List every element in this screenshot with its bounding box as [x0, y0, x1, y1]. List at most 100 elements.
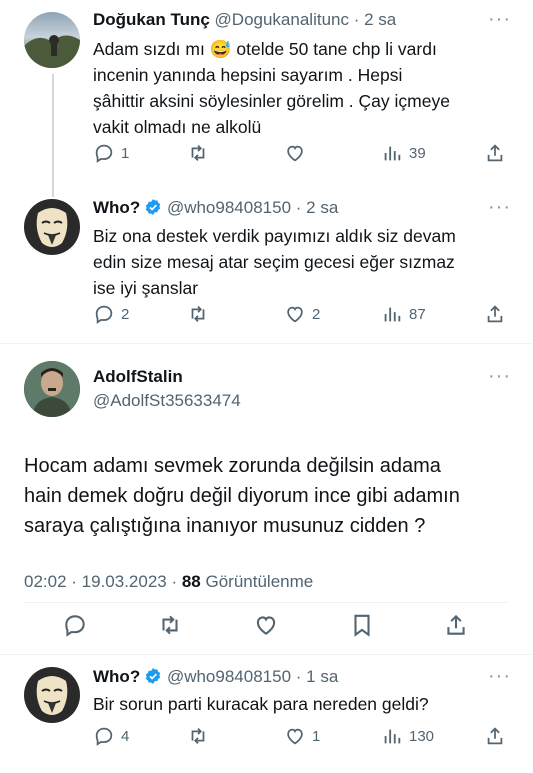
tweet-text-line: şâhittir aksini söylesinler görelim . Ça…: [93, 91, 450, 111]
author-handle[interactable]: @AdolfSt35633474: [93, 391, 241, 411]
author-name[interactable]: Who?: [93, 198, 140, 217]
divider: [24, 602, 509, 603]
tweet-text-line: Adam sızdı mı: [93, 39, 205, 59]
retweet-button[interactable]: [187, 303, 209, 325]
views-count: 87: [409, 305, 426, 323]
more-options-icon[interactable]: ···: [488, 196, 511, 219]
more-options-icon[interactable]: ···: [488, 8, 511, 31]
reply-count: 1: [121, 144, 130, 162]
like-button[interactable]: [253, 612, 279, 638]
bookmark-icon: [354, 614, 370, 637]
emoji: 😅: [209, 39, 232, 59]
author-name[interactable]: AdolfStalin: [93, 367, 183, 387]
analytics-icon: [384, 729, 401, 744]
share-button[interactable]: [484, 142, 506, 164]
views-count: 130: [409, 727, 435, 745]
avatar[interactable]: [24, 667, 80, 723]
tweet-text-line: edin size mesaj atar seçim gecesi eğer s…: [93, 252, 455, 272]
tweet-time[interactable]: · 2 sa: [354, 10, 397, 29]
main-tweet: AdolfStalin @AdolfSt35633474 ··· Hocam a…: [0, 345, 533, 655]
tweet-text-line: Hocam adamı sevmek zorunda değilsin adam…: [24, 455, 441, 477]
share-button[interactable]: [484, 303, 506, 325]
share-button[interactable]: [484, 725, 506, 747]
analytics-icon: [384, 146, 401, 161]
reply-icon: [95, 727, 113, 746]
avatar[interactable]: [24, 12, 80, 68]
reply-button[interactable]: [62, 612, 88, 638]
views-label: Görüntülenme: [205, 572, 314, 591]
heart-icon: [287, 306, 303, 323]
share-icon: [487, 305, 503, 323]
analytics-icon: [384, 307, 401, 322]
views-button[interactable]: 39: [381, 142, 426, 164]
retweet-icon: [191, 306, 205, 322]
reply-icon: [95, 144, 113, 163]
heart-icon: [256, 616, 276, 635]
tweet-text: Adam sızdı mı 😅 otelde 50 tane chp li va…: [93, 36, 450, 140]
verified-badge-icon: [146, 668, 161, 684]
tweet-text-line: Bir sorun parti kuracak para nereden gel…: [93, 694, 429, 714]
share-button[interactable]: [443, 612, 469, 638]
avatar[interactable]: [24, 361, 80, 417]
reply-icon: [95, 305, 113, 324]
author-handle[interactable]: @Dogukanalitunc: [215, 10, 349, 29]
tweet-text: Hocam adamı sevmek zorunda değilsin adam…: [24, 451, 460, 541]
action-bar: 4 1 130: [0, 725, 533, 753]
tweet-who-1[interactable]: Who? @who98408150 · 2 sa ··· Biz ona des…: [0, 185, 533, 345]
thread-line: [52, 185, 54, 197]
views-count: 88: [181, 572, 201, 591]
heart-icon: [287, 728, 303, 745]
more-options-icon[interactable]: ···: [488, 665, 511, 688]
share-icon: [447, 614, 465, 635]
tweet-dogukan[interactable]: Doğukan Tunç @Dogukanalitunc · 2 sa ··· …: [0, 0, 533, 185]
reply-icon: [65, 615, 85, 637]
like-button[interactable]: 2: [284, 303, 320, 325]
author-handle[interactable]: @who98408150: [167, 198, 291, 217]
tweet-text-line: hain demek doğru değil diyorum ince gibi…: [24, 485, 460, 507]
action-bar: 1 39: [0, 142, 533, 170]
reply-button[interactable]: 4: [93, 725, 129, 747]
author-line: Who? @who98408150 · 1 sa: [93, 667, 338, 687]
timestamp[interactable]: 02:02 · 19.03.2023 ·: [24, 572, 182, 591]
share-icon: [487, 727, 503, 745]
reply-count: 2: [121, 305, 130, 323]
tweet-text-line: vakit olmadı ne alkolü: [93, 117, 262, 137]
retweet-button[interactable]: [187, 142, 209, 164]
author-name[interactable]: Who?: [93, 667, 140, 686]
like-button[interactable]: 1: [284, 725, 320, 747]
author-name[interactable]: Doğukan Tunç: [93, 10, 210, 29]
author-line: Doğukan Tunç @Dogukanalitunc · 2 sa: [93, 10, 396, 30]
heart-icon: [287, 145, 303, 162]
tweet-text: Biz ona destek verdik payımızı aldık siz…: [93, 223, 456, 301]
retweet-icon: [191, 728, 205, 744]
reply-button[interactable]: 2: [93, 303, 129, 325]
tweet-text-line: incenin yanında hepsini sayarım . Hepsi: [93, 65, 403, 85]
retweet-icon: [162, 615, 178, 635]
bookmark-button[interactable]: [349, 612, 375, 638]
tweet-text-line: otelde 50 tane chp li vardı: [236, 39, 437, 59]
reply-tweet[interactable]: Who? @who98408150 · 1 sa ··· Bir sorun p…: [0, 655, 533, 773]
tweet-time[interactable]: · 1 sa: [296, 667, 339, 686]
views-button[interactable]: 130: [381, 725, 434, 747]
retweet-button[interactable]: [157, 612, 183, 638]
like-button[interactable]: [284, 142, 312, 164]
action-bar: [0, 612, 533, 640]
avatar[interactable]: [24, 199, 80, 255]
views-button[interactable]: 87: [381, 303, 426, 325]
action-bar: 2 2 87: [0, 303, 533, 331]
reply-button[interactable]: 1: [93, 142, 129, 164]
retweet-icon: [191, 145, 205, 161]
tweet-text-line: Biz ona destek verdik payımızı aldık siz…: [93, 226, 456, 246]
tweet-text: Bir sorun parti kuracak para nereden gel…: [93, 691, 429, 717]
more-options-icon[interactable]: ···: [488, 365, 511, 388]
author-handle[interactable]: @who98408150: [167, 667, 291, 686]
verified-badge-icon: [146, 199, 161, 215]
reply-count: 4: [121, 727, 130, 745]
tweet-text-line: saraya çalıştığına inanıyor musunuz cidd…: [24, 515, 426, 537]
retweet-button[interactable]: [187, 725, 209, 747]
like-count: 2: [312, 305, 321, 323]
tweet-time[interactable]: · 2 sa: [296, 198, 339, 217]
tweet-text-line: ise iyi şanslar: [93, 278, 199, 298]
like-count: 1: [312, 727, 321, 745]
share-icon: [487, 144, 503, 162]
